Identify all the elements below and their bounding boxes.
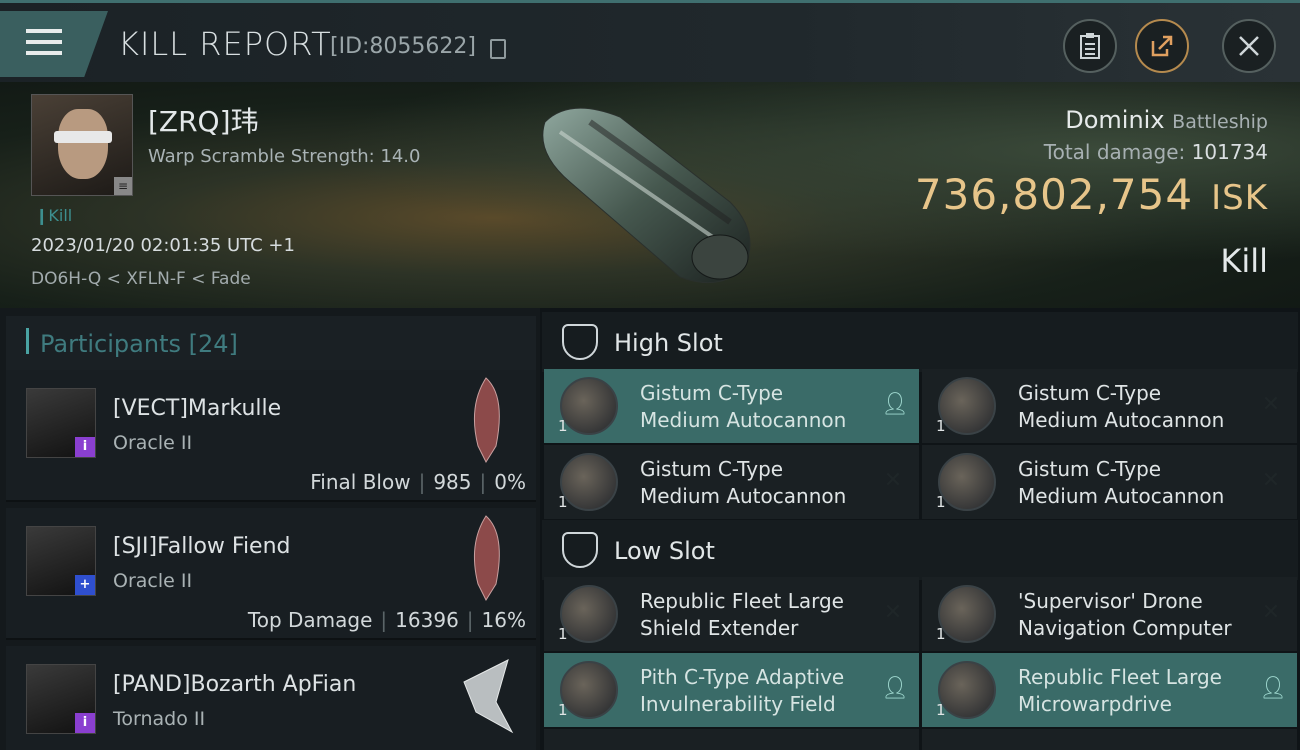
total-damage: Total damage: 101734: [1043, 140, 1268, 164]
dropped-person-icon: 👤︎: [1259, 676, 1287, 701]
participant-row[interactable]: i [VECT]Markulle Oracle II Final Blow | 98…: [6, 370, 536, 502]
ship-icon: [473, 515, 500, 602]
ship-icon: [463, 659, 514, 734]
avatar: i: [26, 664, 96, 734]
isk-value: 736,802,754 ISK: [914, 170, 1268, 219]
module-item-partial[interactable]: [922, 729, 1297, 750]
autocannon-icon: [560, 453, 618, 511]
plus-tag-icon: +: [75, 575, 95, 595]
fitting-panel: High Slot 1 Gistum C-Type Medium Autocan…: [540, 308, 1300, 750]
share-button[interactable]: [1135, 19, 1189, 73]
info-tag-icon: i: [75, 713, 95, 733]
participants-panel: Participants [24] i [VECT]Markulle Oracl…: [0, 308, 540, 750]
module-item[interactable]: 1 Gistum C-Type Medium Autocannon ✕: [544, 445, 919, 519]
clipboard-icon: [1080, 33, 1100, 59]
high-slot-header: High Slot: [542, 312, 1298, 372]
page-title: KILL REPORT: [118, 25, 332, 63]
participant-stats: Final Blow | 985 | 0%: [310, 470, 526, 494]
invulnerability-field-icon: [560, 661, 618, 719]
victim-ship-image: [542, 107, 751, 284]
participant-name: [SJI]Fallow Fiend: [113, 534, 291, 559]
module-item[interactable]: 1 Pith C-Type Adaptive Invulnerability F…: [544, 653, 919, 727]
module-item[interactable]: 1 Gistum C-Type Medium Autocannon 👤︎: [544, 369, 919, 443]
shield-extender-icon: [560, 585, 618, 643]
destroyed-x-icon: ✕: [883, 600, 903, 625]
participant-ship: Oracle II: [113, 570, 193, 592]
menu-badge-icon: ≡: [114, 177, 132, 195]
info-tag-icon: i: [75, 437, 95, 457]
microwarpdrive-icon: [938, 661, 996, 719]
close-button[interactable]: [1222, 19, 1276, 73]
participant-name: [VECT]Markulle: [113, 396, 282, 421]
destroyed-x-icon: ✕: [1261, 600, 1281, 625]
participant-ship: Oracle II: [113, 432, 193, 454]
kill-datetime: 2023/01/20 02:01:35 UTC +1: [31, 235, 295, 256]
autocannon-icon: [938, 377, 996, 435]
destroyed-x-icon: ✕: [1261, 468, 1281, 493]
copy-icon[interactable]: [490, 39, 506, 59]
victim-banner: ≡ [ZRQ]玮 Warp Scramble Strength: 14.0 ❙K…: [0, 82, 1300, 308]
avatar: +: [26, 526, 96, 596]
module-item[interactable]: 1 Republic Fleet Large Microwarpdrive 👤︎: [922, 653, 1297, 727]
share-icon: [1151, 35, 1173, 57]
kill-location[interactable]: DO6H-Q < XFLN-F < Fade: [31, 269, 251, 289]
participant-row[interactable]: i [PAND]Bozarth ApFian Tornado II: [6, 646, 536, 750]
destroyed-x-icon: ✕: [883, 468, 903, 493]
menu-button[interactable]: [0, 11, 108, 77]
kill-type: Kill: [1220, 242, 1268, 280]
avatar: i: [26, 388, 96, 458]
module-item[interactable]: 1 Republic Fleet Large Shield Extender ✕: [544, 577, 919, 651]
report-id: [ID:8055622]: [330, 34, 476, 59]
module-item-partial[interactable]: [544, 729, 919, 750]
dropped-person-icon: 👤︎: [881, 676, 909, 701]
drone-navigation-icon: [938, 585, 996, 643]
warp-scramble-strength: Warp Scramble Strength: 14.0: [148, 146, 421, 167]
clipboard-button[interactable]: [1063, 19, 1117, 73]
participants-header[interactable]: Participants [24]: [6, 316, 536, 370]
participant-ship: Tornado II: [113, 708, 206, 730]
module-item[interactable]: 1 Gistum C-Type Medium Autocannon ✕: [922, 369, 1297, 443]
low-slot-header: Low Slot: [542, 520, 1298, 580]
autocannon-icon: [938, 453, 996, 511]
dropped-person-icon: 👤︎: [881, 392, 909, 417]
slot-icon: [562, 324, 598, 360]
top-bar: KILL REPORT [ID:8055622]: [0, 0, 1300, 82]
ship-icon: [473, 377, 500, 464]
victim-ship[interactable]: Dominix Battleship: [1065, 106, 1268, 134]
participant-stats: Top Damage | 16396 | 16%: [247, 608, 526, 632]
participant-name: [PAND]Bozarth ApFian: [113, 672, 357, 697]
destroyed-x-icon: ✕: [1261, 392, 1281, 417]
victim-portrait[interactable]: ≡: [31, 94, 133, 196]
close-icon: [1239, 36, 1259, 56]
module-item[interactable]: 1 Gistum C-Type Medium Autocannon ✕: [922, 445, 1297, 519]
module-item[interactable]: 1 'Supervisor' Drone Navigation Computer…: [922, 577, 1297, 651]
hamburger-icon: [26, 29, 62, 62]
kill-tag: ❙Kill: [35, 206, 73, 225]
slot-icon: [562, 532, 598, 568]
autocannon-icon: [560, 377, 618, 435]
participant-row[interactable]: + [SJI]Fallow Fiend Oracle II Top Damage…: [6, 508, 536, 640]
victim-name[interactable]: [ZRQ]玮: [148, 100, 259, 140]
